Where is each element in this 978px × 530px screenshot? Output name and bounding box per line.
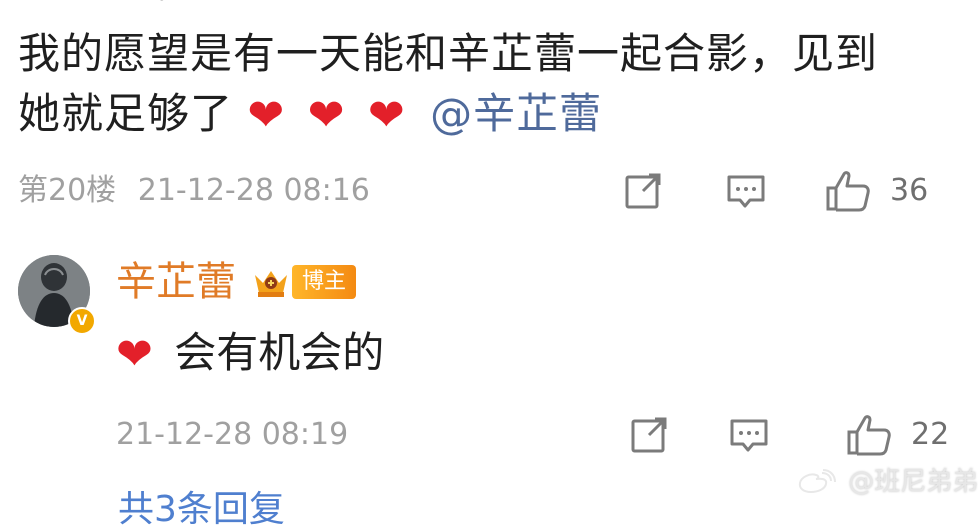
heart-icon: ❤ <box>307 90 346 141</box>
crown-icon <box>255 271 287 297</box>
thumbs-up-icon[interactable] <box>825 168 871 214</box>
reply-meta: 21-12-28 08:19 22 <box>116 412 950 458</box>
weibo-logo-icon <box>798 468 836 493</box>
reply-message: 会有机会的 <box>174 328 385 377</box>
comment-line-2-text: 她就足够了 <box>18 89 234 138</box>
heart-icon: ❤ <box>367 90 406 141</box>
top-cut-text: ⌄ <box>150 0 370 6</box>
heart-icon: ❤ <box>116 329 153 380</box>
blogger-badge: 博主 <box>292 265 357 299</box>
like-count: 22 <box>911 417 950 452</box>
mention-link[interactable]: @辛芷蕾 <box>430 89 602 138</box>
like-count: 36 <box>890 173 929 208</box>
comment-meta-left: 第20楼 21-12-28 08:16 <box>18 168 370 214</box>
comment-timestamp: 21-12-28 08:16 <box>137 173 370 208</box>
more-replies-link[interactable]: 共3条回复 <box>118 492 285 528</box>
thumbs-up-icon[interactable] <box>846 412 892 458</box>
reply-timestamp: 21-12-28 08:19 <box>116 417 349 452</box>
heart-icon: ❤ <box>247 90 286 141</box>
reply-author-name[interactable]: 辛芷蕾 <box>116 258 236 306</box>
watermark-text: @班尼弟弟 <box>848 467 978 497</box>
watermark: @班尼弟弟 <box>796 462 978 502</box>
reply-text: ❤ 会有机会的 <box>116 325 384 381</box>
comment-icon[interactable] <box>728 414 770 456</box>
comment-text: 我的愿望是有一天能和辛芷蕾一起合影，见到 她就足够了 ❤ ❤ ❤ @辛芷蕾 <box>18 24 928 144</box>
floor-label: 第20楼 <box>18 173 117 208</box>
comment-icon[interactable] <box>725 170 767 212</box>
verified-badge: V <box>68 307 96 335</box>
comment-meta: 第20楼 21-12-28 08:16 36 <box>18 168 948 214</box>
comment-line-1: 我的愿望是有一天能和辛芷蕾一起合影，见到 <box>18 29 879 78</box>
comment-line-2: 她就足够了 ❤ ❤ ❤ @辛芷蕾 <box>18 84 928 144</box>
share-icon[interactable] <box>623 170 665 212</box>
share-icon[interactable] <box>629 414 671 456</box>
